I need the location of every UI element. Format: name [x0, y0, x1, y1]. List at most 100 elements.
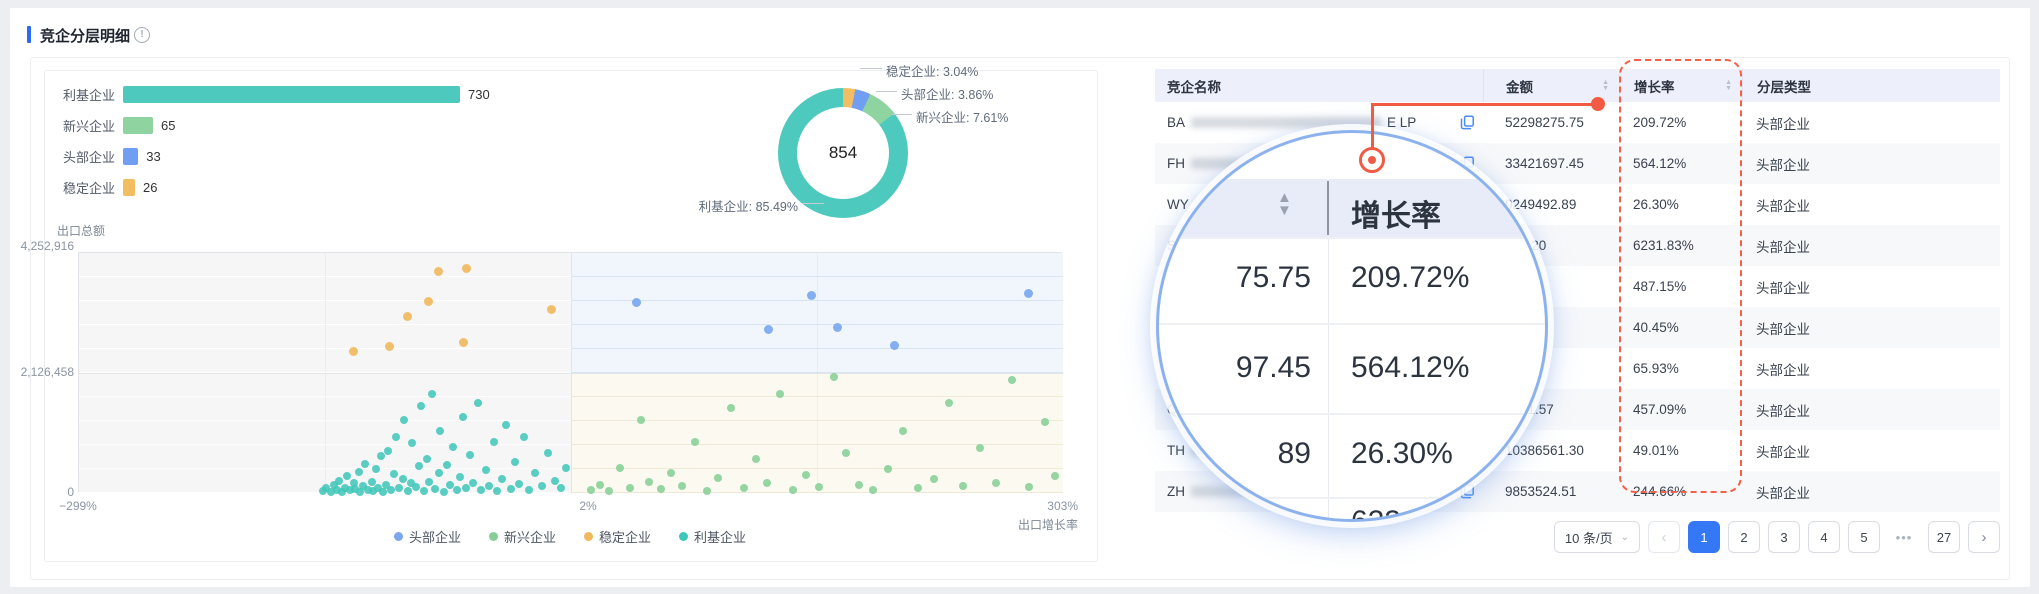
bar-category-label: 头部企业	[62, 149, 115, 165]
scatter-point-新兴企业	[975, 443, 984, 452]
scatter-point-头部企业	[1024, 288, 1034, 298]
donut-callout: 稳定企业: 3.04%	[886, 65, 979, 79]
cell-tier-type: 头部企业	[1756, 362, 1810, 378]
scatter-point-利基企业	[424, 477, 433, 486]
cell-tier-type: 头部企业	[1756, 321, 1810, 337]
scatter-point-利基企业	[465, 450, 474, 459]
bar-chart-row: 新兴企业 65	[57, 116, 175, 134]
legend-dot	[393, 532, 403, 541]
bar-chart-row: 利基企业 730	[57, 85, 490, 103]
scatter-point-新兴企业	[586, 485, 595, 494]
bar-segment	[123, 147, 139, 165]
next-page-button[interactable]: ›	[1968, 521, 2000, 553]
table-row: BA E LP 52298275.75 209.72% 头部企业	[1155, 102, 2000, 143]
scatter-point-利基企业	[434, 469, 443, 478]
scatter-point-新兴企业	[944, 398, 953, 407]
legend-dot	[584, 532, 593, 541]
bar-category-label: 稳定企业	[62, 180, 115, 196]
y-tick: 4,252,916	[20, 239, 74, 253]
title-accent-bar	[27, 26, 31, 43]
sort-icon[interactable]: ▲ ▼	[1602, 79, 1609, 92]
page-button-27[interactable]: 27	[1928, 521, 1960, 553]
lens-growth-value: 209.72%	[1351, 261, 1470, 294]
bar-value-label: 33	[146, 148, 161, 164]
prev-page-button[interactable]: ‹	[1648, 521, 1680, 553]
scatter-point-利基企业	[519, 432, 528, 441]
scatter-point-利基企业	[354, 467, 363, 476]
magnifier-lens: ▲ ▼ 增长率 ▲ ▼ 75.75 209.72% 97.45 564.12% 89…	[1156, 130, 1548, 522]
scatter-point-新兴企业	[604, 487, 613, 496]
scatter-point-利基企业	[501, 421, 510, 430]
x-tick: −299%	[59, 499, 97, 513]
page-button-2[interactable]: 2	[1728, 521, 1760, 553]
page-button-3[interactable]: 3	[1768, 521, 1800, 553]
scatter-point-利基企业	[459, 412, 468, 421]
page-button-4[interactable]: 4	[1808, 521, 1840, 553]
donut-leader-line	[860, 68, 882, 69]
donut-callout: 新兴企业: 7.61%	[916, 111, 1009, 125]
scatter-point-新兴企业	[763, 478, 772, 487]
donut-callout: 头部企业: 3.86%	[901, 88, 994, 102]
scatter-point-新兴企业	[991, 478, 1000, 487]
column-header-竞企名称: 竞企名称	[1155, 69, 1483, 102]
scatter-point-新兴企业	[1024, 483, 1033, 492]
bar-chart-row: 头部企业 33	[57, 147, 161, 165]
highlight-dashed-rect	[1619, 59, 1742, 493]
scatter-point-利基企业	[537, 482, 546, 491]
scatter-point-利基企业	[442, 460, 451, 469]
bar-category-label: 利基企业	[62, 87, 115, 103]
cell-tier-type: 头部企业	[1756, 116, 1810, 132]
scatter-point-利基企业	[392, 432, 401, 441]
scatter-point-利基企业	[473, 398, 482, 407]
scatter-point-新兴企业	[929, 474, 938, 483]
page-button-5[interactable]: 5	[1848, 521, 1880, 553]
scatter-point-新兴企业	[1050, 472, 1059, 481]
lens-row-divider	[1159, 413, 1545, 415]
pagination: 10 条/页 ⌄ ‹ 1 2 3 4 5 ••• 27 ›	[1540, 521, 2000, 553]
lens-growth-value: 564.12%	[1351, 351, 1470, 384]
legend-item-新兴企业[interactable]: 新兴企业	[488, 527, 556, 546]
page-size-select[interactable]: 10 条/页 ⌄	[1553, 521, 1640, 553]
bar-category-label: 新兴企业	[62, 118, 115, 134]
scatter-point-利基企业	[485, 481, 494, 490]
lens-row-divider	[1159, 323, 1545, 325]
page-title: 竞企分层明细	[40, 28, 131, 45]
cell-amount: 33421697.45	[1505, 156, 1584, 171]
legend-item-利基企业[interactable]: 利基企业	[679, 527, 746, 546]
column-header-label: 竞企名称	[1167, 79, 1221, 95]
scatter-point-利基企业	[414, 461, 423, 470]
lens-column-divider	[1327, 181, 1329, 235]
scatter-point-头部企业	[832, 322, 842, 332]
scatter-point-新兴企业	[869, 485, 878, 494]
scatter-point-新兴企业	[596, 480, 605, 489]
cell-amount: 9853524.51	[1505, 484, 1577, 499]
bar-segment	[123, 178, 135, 196]
info-icon[interactable]: !	[134, 27, 150, 43]
callout-target-ring	[1359, 147, 1385, 173]
lens-amount-fragment: 97.45	[1235, 351, 1311, 384]
scatter-point-新兴企业	[702, 486, 711, 495]
lens-row-divider	[1159, 497, 1545, 499]
scatter-point-利基企业	[506, 484, 515, 493]
copy-icon[interactable]	[1460, 115, 1475, 130]
page-button-1[interactable]: 1	[1688, 521, 1720, 553]
company-name-prefix: BA	[1167, 115, 1186, 130]
scatter-point-新兴企业	[898, 426, 907, 435]
x-tick: 303%	[1047, 499, 1078, 513]
page-ellipsis[interactable]: •••	[1888, 521, 1920, 553]
scatter-point-新兴企业	[913, 483, 922, 492]
bar-chart-row: 稳定企业 26	[57, 178, 157, 196]
scatter-point-头部企业	[806, 290, 816, 300]
cell-tier-type: 头部企业	[1756, 157, 1810, 173]
scatter-plot	[78, 252, 1063, 497]
scatter-point-利基企业	[514, 479, 523, 488]
callout-endpoint-dot	[1591, 97, 1605, 111]
page-edge-left	[0, 0, 10, 594]
legend-item-头部企业[interactable]: 头部企业	[393, 527, 461, 546]
bar-value-label: 26	[143, 179, 158, 195]
column-header-label: 金额	[1506, 79, 1533, 95]
cell-tier-type: 头部企业	[1756, 280, 1810, 296]
lens-growth-value: 26.30%	[1351, 437, 1453, 470]
legend-item-稳定企业[interactable]: 稳定企业	[584, 527, 651, 546]
legend-label: 新兴企业	[503, 530, 556, 545]
